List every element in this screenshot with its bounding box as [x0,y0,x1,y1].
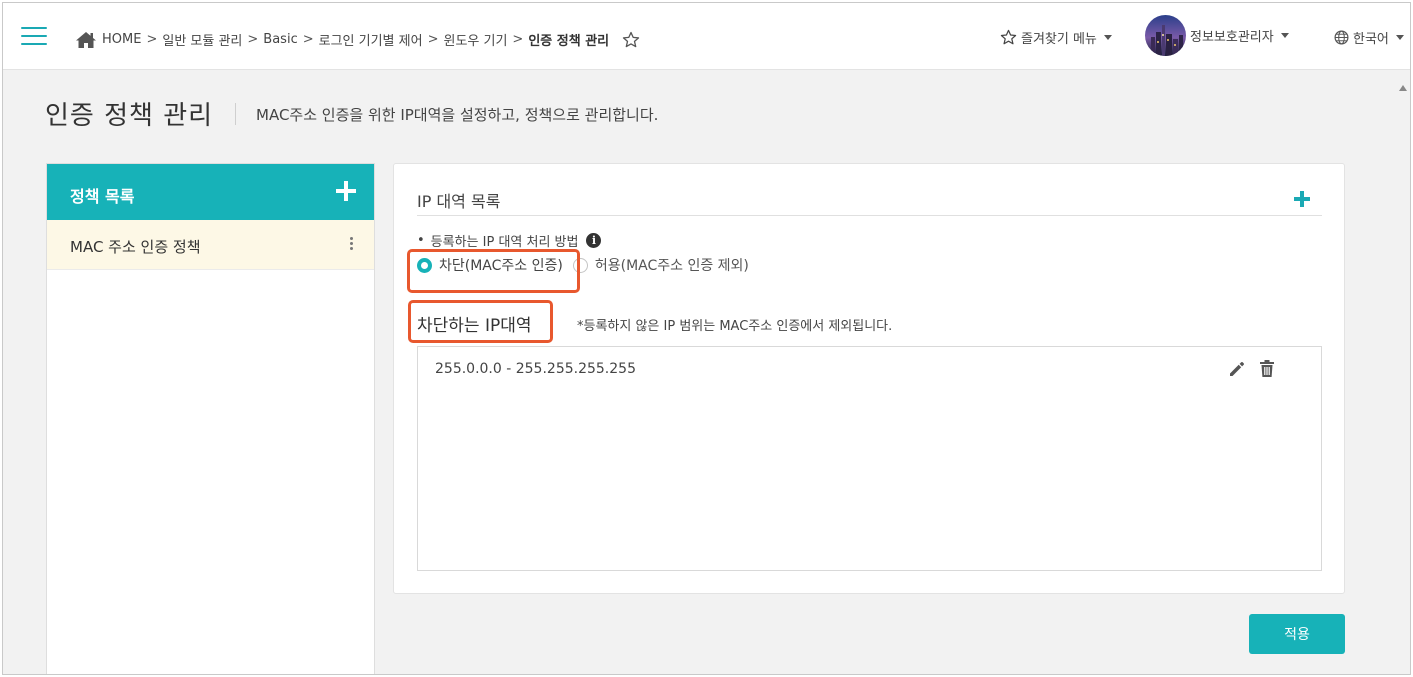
chevron-down-icon [1280,33,1289,38]
list-item: 255.0.0.0 - 255.255.255.255 [418,347,1321,391]
page-description: MAC주소 인증을 위한 IP대역을 설정하고, 정책으로 관리합니다. [256,106,659,124]
vertical-scrollbar[interactable] [1396,71,1410,674]
favorites-menu[interactable]: 즐겨찾기 메뉴 [1000,28,1112,47]
policy-list-title: 정책 목록 [70,187,135,206]
ip-range-list: 255.0.0.0 - 255.255.255.255 [417,346,1322,571]
radio-unchecked-icon [572,257,588,273]
globe-icon [1334,30,1349,45]
favorites-menu-label: 즐겨찾기 메뉴 [1021,32,1097,47]
user-name: 정보보호관리자 [1190,30,1274,45]
breadcrumb-current: 인증 정책 관리 [528,34,610,49]
scroll-up-arrow-icon[interactable] [1399,85,1407,91]
radio-checked-icon [417,257,432,273]
ip-range-panel: IP 대역 목록 • 등록하는 IP 대역 처리 방법 i 차단(MAC주소 인… [393,163,1345,594]
title-divider [235,103,236,125]
breadcrumb-separator: > [146,32,158,47]
blocked-ip-range-note: *등록하지 않은 IP 범위는 MAC주소 인증에서 제외됩니다. [577,319,893,334]
breadcrumb-windows-device[interactable]: 윈도우 기기 [443,30,507,49]
breadcrumb: HOME > 일반 모듈 관리 > Basic > 로그인 기기별 제어 > 윈… [75,30,640,49]
delete-trash-icon[interactable] [1258,359,1276,378]
processing-method-options: 차단(MAC주소 인증) 허용(MAC주소 인증 제외) [417,255,759,275]
info-icon[interactable]: i [586,233,602,248]
breadcrumb-separator: > [302,32,314,47]
breadcrumb-home[interactable]: HOME [102,32,141,47]
edit-pencil-icon[interactable] [1228,360,1246,378]
policy-list-header: 정책 목록 [47,164,374,220]
radio-block-mac-auth[interactable]: 차단(MAC주소 인증) [417,255,563,275]
radio-allow-mac-exempt[interactable]: 허용(MAC주소 인증 제외) [572,255,749,275]
home-icon[interactable] [75,31,97,49]
star-icon [1000,29,1017,45]
hamburger-menu-icon[interactable] [21,27,47,47]
add-policy-plus-icon[interactable] [336,181,356,201]
ip-range-value: 255.0.0.0 - 255.255.255.255 [435,361,636,377]
processing-method-text: 등록하는 IP 대역 처리 방법 [430,235,579,250]
language-menu[interactable]: 한국어 [1334,28,1404,47]
breadcrumb-separator: > [512,32,524,47]
radio-allow-label: 허용(MAC주소 인증 제외) [594,258,749,274]
page-title: 인증 정책 관리 [45,101,214,131]
policy-item-label: MAC 주소 인증 정책 [70,238,201,256]
breadcrumb-basic[interactable]: Basic [263,32,297,47]
breadcrumb-separator: > [427,32,439,47]
language-label: 한국어 [1353,32,1389,47]
policy-list-item[interactable]: MAC 주소 인증 정책 [47,220,374,270]
avatar [1145,15,1186,56]
top-bar: HOME > 일반 모듈 관리 > Basic > 로그인 기기별 제어 > 윈… [3,3,1410,70]
add-ip-range-plus-icon[interactable] [1294,191,1310,207]
chevron-down-icon [1395,35,1404,40]
bullet: • [417,233,425,248]
breadcrumb-general-module[interactable]: 일반 모듈 관리 [162,30,242,49]
breadcrumb-device-control[interactable]: 로그인 기기별 제어 [319,30,423,49]
radio-block-label: 차단(MAC주소 인증) [439,258,563,274]
app-window: HOME > 일반 모듈 관리 > Basic > 로그인 기기별 제어 > 윈… [2,2,1411,675]
user-menu[interactable]: 정보보호관리자 [1145,15,1289,56]
chevron-down-icon [1103,35,1112,40]
more-options-icon[interactable] [350,237,354,253]
policy-list-panel: 정책 목록 MAC 주소 인증 정책 [46,163,375,674]
processing-method-label: • 등록하는 IP 대역 처리 방법 i [417,231,602,250]
blocked-ip-range-title: 차단하는 IP대역 [417,316,532,336]
ip-range-list-title: IP 대역 목록 [417,192,501,211]
star-outline-icon[interactable] [622,31,640,49]
apply-button[interactable]: 적용 [1249,614,1345,654]
divider [417,215,1322,216]
breadcrumb-separator: > [247,32,259,47]
